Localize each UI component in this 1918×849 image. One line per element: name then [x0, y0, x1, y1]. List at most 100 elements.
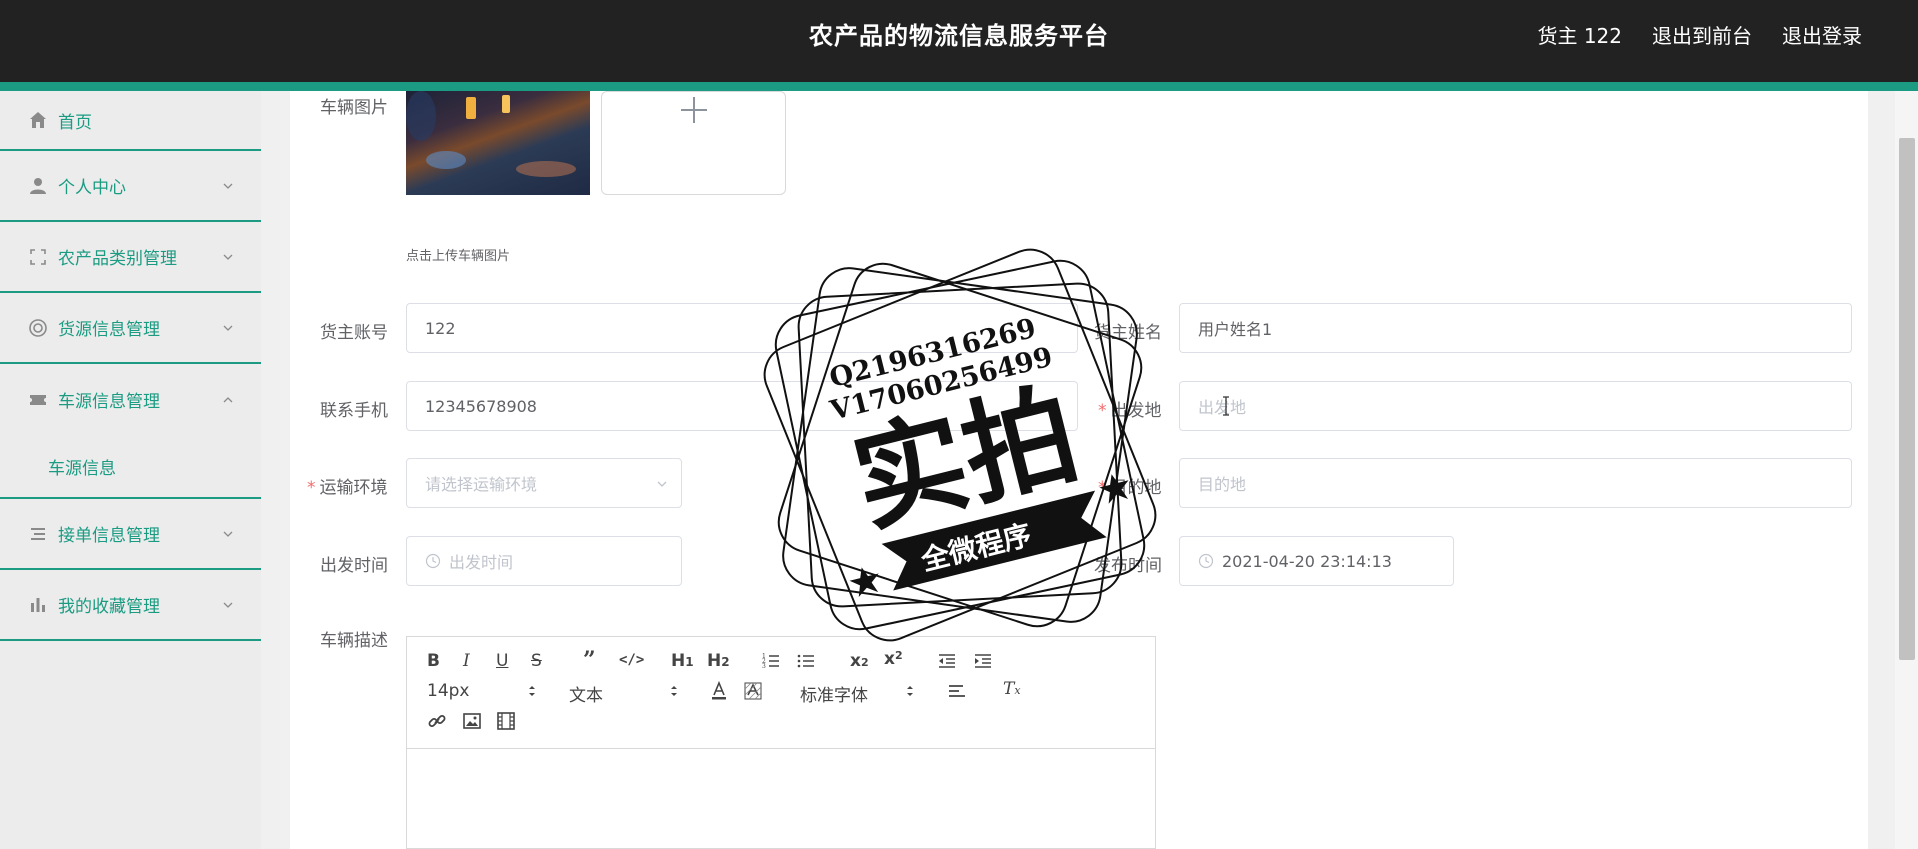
publish-time-value: 2021-04-20 23:14:13 — [1222, 551, 1392, 571]
chevron-down-icon — [223, 325, 233, 331]
owner-account-label: 货主账号 — [320, 323, 388, 343]
transport-env-placeholder: 请选择运输环境 — [425, 475, 538, 494]
logout-link[interactable]: 退出登录 — [1782, 20, 1862, 49]
phone-input[interactable]: 12345678908 — [406, 381, 1078, 431]
clear-format-icon[interactable]: Tx — [1003, 679, 1021, 699]
font-family-select[interactable]: 标准字体 — [800, 681, 915, 706]
bullet-list-icon[interactable] — [796, 651, 816, 676]
sidebar-item-label: 个人中心 — [58, 178, 126, 198]
top-links: 货主 122 退出到前台 退出登录 — [1537, 20, 1862, 49]
clock-icon — [1198, 553, 1214, 569]
clock-icon — [425, 553, 441, 569]
transport-env-label-text: 运输环境 — [319, 478, 388, 498]
depart-time-picker[interactable]: 出发时间 — [406, 536, 682, 586]
updown-arrow-icon — [529, 686, 535, 696]
plus-icon — [681, 97, 707, 123]
transport-env-select[interactable]: 请选择运输环境 — [406, 458, 682, 508]
destination-label: 目的地 — [1098, 473, 1162, 498]
sidebar: 首页 个人中心 农产品类别管理 货源信息管理 车源信息管理 车源信息 接单信息管… — [0, 91, 261, 849]
font-size-select[interactable]: 14px — [427, 681, 537, 701]
sidebar-item-home[interactable]: 首页 — [0, 91, 261, 151]
transport-env-label: 运输环境 — [307, 473, 388, 498]
ordered-list-icon[interactable]: 123 — [761, 651, 781, 676]
italic-icon[interactable]: I — [463, 651, 470, 671]
chevron-down-icon — [223, 602, 233, 608]
destination-placeholder: 目的地 — [1198, 475, 1247, 494]
font-size-value: 14px — [427, 681, 470, 701]
destination-input[interactable]: 目的地 — [1179, 458, 1852, 508]
editor-toolbar: B I U S ” </> H1 H2 123 x2 x2 14px 文本 标准… — [407, 637, 1155, 749]
text-cursor-icon — [1223, 396, 1229, 416]
block-type-select[interactable]: 文本 — [569, 681, 679, 706]
image-upload-button[interactable] — [601, 91, 786, 195]
list-icon — [28, 524, 48, 544]
sidebar-item-label: 农产品类别管理 — [58, 249, 177, 269]
scrollbar-thumb[interactable] — [1899, 138, 1915, 660]
depart-time-placeholder: 出发时间 — [449, 553, 514, 572]
font-color-icon[interactable] — [709, 680, 729, 706]
link-icon[interactable] — [427, 711, 447, 736]
owner-name-input[interactable]: 用户姓名1 — [1179, 303, 1852, 353]
vehicle-image-label: 车辆图片 — [320, 98, 388, 118]
origin-label: 出发地 — [1098, 396, 1162, 421]
updown-arrow-icon — [671, 686, 677, 696]
publish-time-picker[interactable]: 2021-04-20 23:14:13 — [1179, 536, 1454, 586]
fullscreen-icon — [28, 247, 48, 267]
chevron-down-icon — [223, 183, 233, 189]
origin-input[interactable]: 出发地 — [1179, 381, 1852, 431]
heading1-icon[interactable]: H1 — [671, 651, 694, 671]
chevron-up-icon — [223, 396, 233, 402]
depart-time-label: 出发时间 — [320, 556, 388, 576]
owner-name-label: 货主姓名 — [1094, 323, 1162, 343]
image-icon[interactable] — [462, 711, 482, 736]
destination-label-text: 目的地 — [1110, 478, 1162, 498]
code-icon[interactable]: </> — [619, 652, 644, 668]
phone-value: 12345678908 — [425, 396, 537, 416]
rich-text-editor: B I U S ” </> H1 H2 123 x2 x2 14px 文本 标准… — [406, 636, 1156, 849]
sidebar-item-personal-center[interactable]: 个人中心 — [0, 151, 261, 222]
blockquote-icon[interactable]: ” — [583, 647, 596, 673]
exit-to-front-link[interactable]: 退出到前台 — [1652, 20, 1752, 49]
sidebar-item-favorites-management[interactable]: 我的收藏管理 — [0, 570, 261, 641]
sidebar-item-cargo-management[interactable]: 货源信息管理 — [0, 293, 261, 364]
strikethrough-icon[interactable]: S — [531, 651, 542, 671]
origin-label-text: 出发地 — [1110, 401, 1162, 421]
editor-content-area[interactable] — [407, 750, 1155, 848]
indent-icon[interactable] — [973, 651, 993, 676]
vehicle-image-thumbnail[interactable] — [406, 91, 590, 195]
underline-icon[interactable]: U — [496, 651, 508, 671]
heading2-icon[interactable]: H2 — [707, 651, 730, 671]
bold-icon[interactable]: B — [427, 651, 440, 671]
owner-name-value: 用户姓名1 — [1198, 320, 1273, 339]
sidebar-item-label: 首页 — [58, 112, 92, 133]
sidebar-subitem-vehicle-info[interactable]: 车源信息 — [0, 435, 261, 499]
ticket-icon — [28, 390, 48, 410]
sidebar-item-order-management[interactable]: 接单信息管理 — [0, 499, 261, 570]
subscript-icon[interactable]: x2 — [850, 651, 869, 671]
background-color-icon[interactable] — [743, 681, 763, 706]
chevron-down-icon — [657, 481, 667, 487]
block-type-value: 文本 — [569, 686, 603, 706]
sidebar-item-vehicle-management[interactable]: 车源信息管理 — [0, 364, 261, 435]
updown-arrow-icon — [907, 686, 913, 696]
sidebar-item-label: 货源信息管理 — [58, 320, 160, 340]
svg-text:3: 3 — [762, 663, 766, 670]
superscript-icon[interactable]: x2 — [884, 649, 903, 669]
font-family-value: 标准字体 — [800, 686, 868, 706]
current-user-label[interactable]: 货主 122 — [1537, 20, 1622, 49]
bar-chart-icon — [28, 595, 48, 615]
chevron-down-icon — [223, 531, 233, 537]
sidebar-item-category-management[interactable]: 农产品类别管理 — [0, 222, 261, 293]
lifebuoy-icon — [28, 318, 48, 338]
sidebar-item-label: 接单信息管理 — [58, 526, 160, 546]
owner-account-input[interactable]: 122 — [406, 303, 1078, 353]
publish-time-label: 发布时间 — [1094, 556, 1162, 576]
video-icon[interactable] — [496, 711, 516, 736]
sidebar-item-label: 我的收藏管理 — [58, 597, 160, 617]
sidebar-subitem-label: 车源信息 — [48, 458, 116, 479]
vehicle-desc-label: 车辆描述 — [320, 631, 388, 651]
align-icon[interactable] — [947, 681, 967, 706]
sidebar-item-label: 车源信息管理 — [58, 392, 160, 412]
outdent-icon[interactable] — [937, 651, 957, 676]
chevron-down-icon — [223, 254, 233, 260]
